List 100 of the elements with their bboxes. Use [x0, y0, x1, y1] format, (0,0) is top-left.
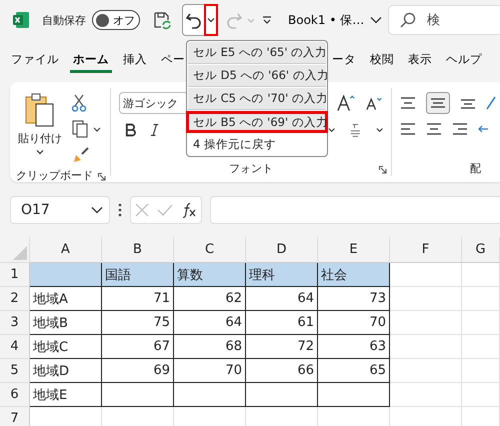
column-header[interactable]: G — [462, 237, 500, 263]
caret-icon[interactable] — [328, 127, 336, 133]
customize-icon[interactable] — [262, 15, 272, 25]
table-cell — [390, 263, 462, 287]
clipboard-icon[interactable] — [25, 92, 55, 128]
table-cell: 国語 — [102, 263, 174, 287]
table-cell: 64 — [174, 311, 246, 335]
autosave-label: 自動保存 — [42, 12, 86, 28]
table-cell: 73 — [318, 287, 390, 311]
shrink-font-icon[interactable] — [366, 95, 384, 111]
check-icon[interactable] — [157, 204, 173, 216]
table-cell: 71 — [102, 287, 174, 311]
table-cell: 75 — [102, 311, 174, 335]
ribbon-tab[interactable]: 表示 — [405, 52, 435, 72]
table-cell — [390, 383, 462, 407]
table-cell: 70 — [174, 359, 246, 383]
table-cell: 社会 — [318, 263, 390, 287]
column-header[interactable]: C — [174, 237, 246, 263]
table-cell: 64 — [246, 287, 318, 311]
grow-font-icon[interactable] — [336, 94, 356, 112]
launcher-icon[interactable] — [379, 166, 387, 174]
caret-icon[interactable] — [376, 127, 383, 133]
column-header[interactable]: F — [390, 237, 462, 263]
caret-icon[interactable] — [36, 149, 44, 155]
table-cell: 地域C — [30, 335, 102, 359]
row-header[interactable]: 7 — [0, 407, 30, 426]
paste-label[interactable]: 貼り付け — [18, 131, 62, 146]
undo-button[interactable] — [182, 4, 204, 36]
launcher-icon[interactable] — [98, 173, 106, 181]
column-header[interactable]: B — [102, 237, 174, 263]
column-header[interactable]: D — [246, 237, 318, 263]
file-name[interactable]: Book1 • 保… — [288, 12, 364, 28]
table-cell: 67 — [102, 335, 174, 359]
italic-icon[interactable] — [150, 123, 159, 137]
table-cell: 62 — [174, 287, 246, 311]
phonetic-icon[interactable] — [349, 122, 362, 138]
table-cell — [390, 359, 462, 383]
formula-input[interactable] — [210, 196, 500, 224]
table-cell — [462, 359, 500, 383]
chevron-icon[interactable] — [370, 16, 382, 24]
menu-item[interactable]: セル C5 への '70' の入力 — [188, 88, 326, 110]
undo-dropdown-button[interactable] — [204, 4, 218, 36]
table-cell: 61 — [246, 311, 318, 335]
table-cell — [390, 311, 462, 335]
ribbon-tab[interactable]: ペー — [158, 52, 188, 72]
column-header[interactable]: E — [318, 237, 390, 263]
ribbon-tab[interactable]: 校閲 — [367, 52, 397, 72]
table-cell: 地域E — [30, 383, 102, 407]
ribbon-tab[interactable]: ファイル — [8, 52, 62, 72]
align-left-icon[interactable] — [400, 122, 416, 136]
search-icon[interactable] — [400, 12, 416, 28]
row-header[interactable]: 5 — [0, 359, 30, 383]
undo-count-label: 4 操作元に戻す — [192, 136, 277, 152]
more-icon[interactable] — [118, 203, 122, 217]
function-icon[interactable] — [181, 202, 197, 218]
table-cell: 72 — [246, 335, 318, 359]
table-cell: 地域A — [30, 287, 102, 311]
table-cell: 68 — [174, 335, 246, 359]
table-cell: 70 — [318, 311, 390, 335]
scissors-icon[interactable] — [72, 94, 86, 112]
group-title: フォント — [229, 160, 273, 176]
group-title: 配 — [470, 160, 481, 176]
align-center-icon[interactable] — [426, 122, 442, 136]
table-cell: 算数 — [174, 263, 246, 287]
brush-icon[interactable] — [72, 146, 90, 164]
row-header[interactable]: 6 — [0, 383, 30, 407]
menu-item[interactable]: セル D5 への '66' の入力 — [188, 65, 326, 87]
row-header[interactable]: 3 — [0, 311, 30, 335]
ribbon-tab[interactable]: ホーム — [70, 52, 112, 72]
table-cell — [462, 263, 500, 287]
align-middle-icon[interactable] — [426, 92, 450, 114]
save-icon[interactable] — [152, 10, 172, 30]
chevron-icon — [91, 206, 103, 214]
column-header[interactable]: A — [30, 237, 102, 263]
ribbon-tab[interactable]: ータ — [329, 52, 359, 72]
bold-icon[interactable] — [125, 123, 136, 137]
search-field[interactable]: 検 — [388, 5, 500, 35]
autosave-toggle[interactable]: オフ — [92, 10, 140, 30]
table-cell: 地域D — [30, 359, 102, 383]
ribbon-tab[interactable]: 挿入 — [120, 52, 150, 72]
spreadsheet-app-icon — [12, 11, 30, 29]
table-cell — [462, 287, 500, 311]
table-cell — [462, 311, 500, 335]
table-cell: 理科 — [246, 263, 318, 287]
table-cell: 63 — [318, 335, 390, 359]
align-top-icon[interactable] — [400, 96, 416, 110]
row-header[interactable]: 4 — [0, 335, 30, 359]
row-header[interactable]: 2 — [0, 287, 30, 311]
ribbon-tab[interactable]: ヘルプ — [443, 52, 485, 72]
copy-icon[interactable] — [72, 120, 102, 138]
table-cell — [390, 287, 462, 311]
orientation-icon[interactable] — [486, 95, 496, 111]
table-cell — [462, 383, 500, 407]
table-cell — [390, 335, 462, 359]
row-header[interactable]: 1 — [0, 263, 30, 287]
name-box[interactable]: O17 — [10, 196, 110, 224]
table-cell: 66 — [246, 359, 318, 383]
group-title: クリップボード — [16, 168, 93, 183]
menu-item[interactable]: セル E5 への '65' の入力 — [188, 42, 326, 64]
align-right-icon[interactable] — [452, 122, 468, 136]
